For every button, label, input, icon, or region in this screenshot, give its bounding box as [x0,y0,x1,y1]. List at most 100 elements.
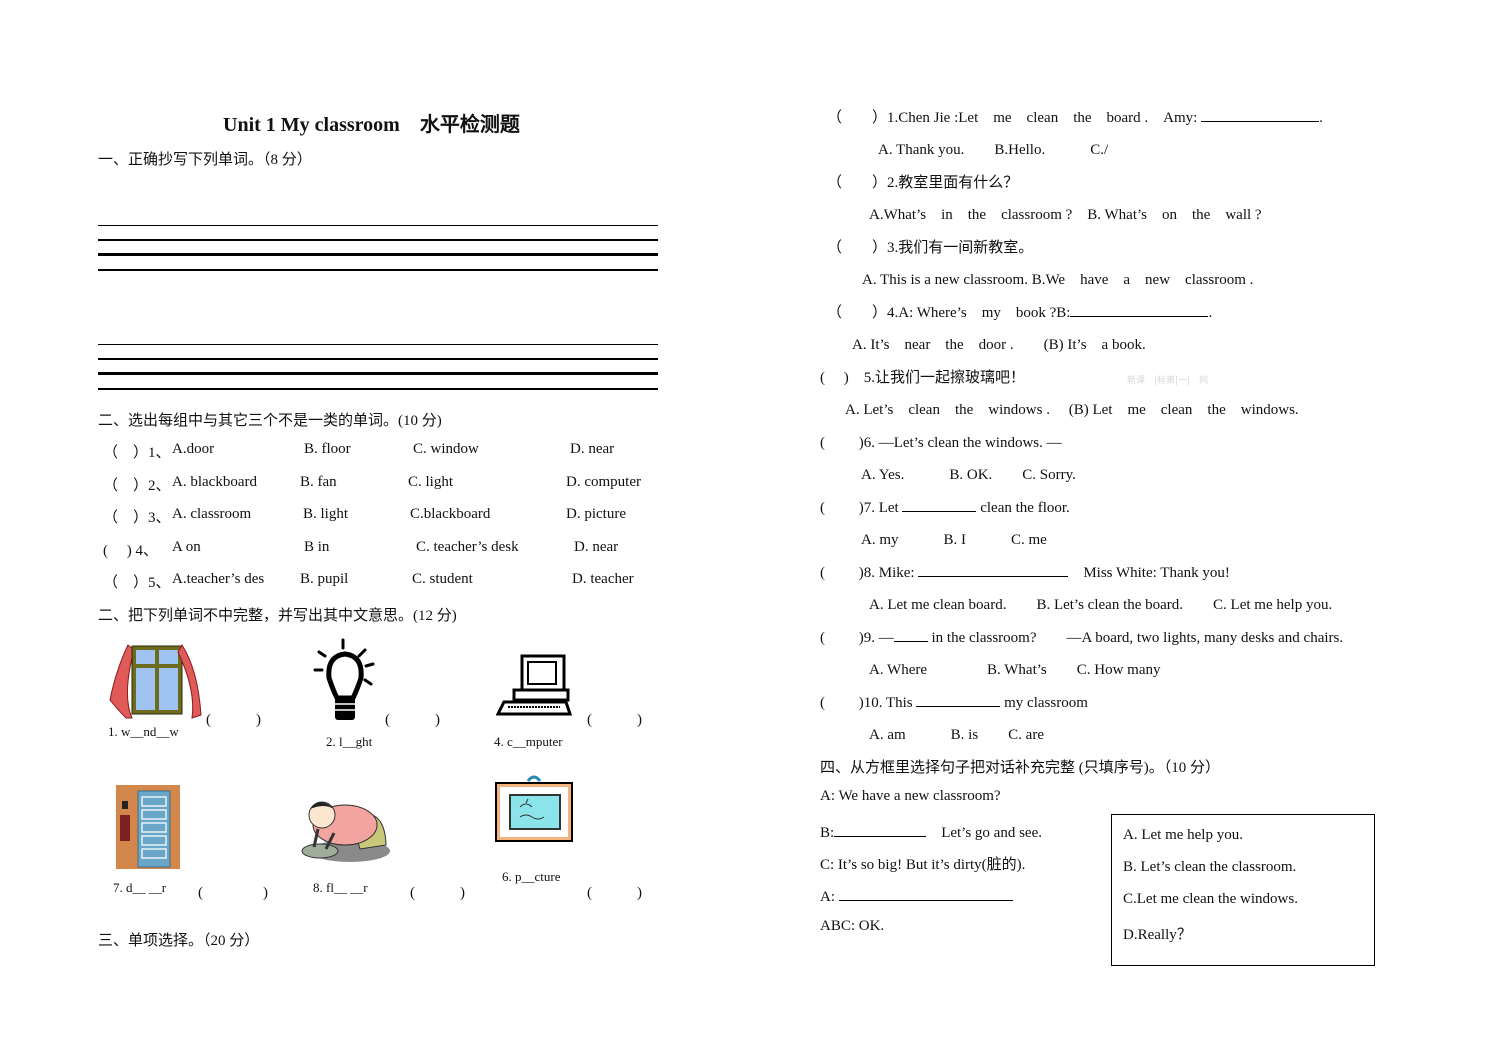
answer-blank[interactable] [838,886,1013,901]
question-tail: clean the floor. [976,500,1070,516]
question-text: （ ）4.A: Where’s my book ?B: [827,305,1071,321]
question-number-answer-slot[interactable]: ( ) 4、 [103,539,158,560]
picture-label-window: 1. w__nd__w [108,724,179,739]
watermark: 新课 |标第|一| 网 [1127,376,1209,386]
option-b: B. fan [300,474,337,490]
question-stem: （ ）3.我们有一间新教室。 [827,236,1033,257]
answer-paren[interactable]: ( ) [198,881,268,902]
question-number-answer-slot[interactable]: （ ）5、 [103,571,171,592]
question-number-answer-slot[interactable]: （ ）3、 [103,506,171,527]
picture-frame-icon [492,775,576,852]
section1-heading: 一、正确抄写下列单词。（8 分） [98,152,312,168]
picture-label-door: 7. d__ __r [113,880,167,895]
writing-line [98,269,658,271]
question-options: A. Thank you. B.Hello. C./ [878,142,1109,158]
writing-line [98,358,658,360]
picture-label-picture: 6. p__cture [502,869,561,884]
option-c: C. window [413,441,479,457]
writing-line [98,372,658,375]
question-stem: ( )6. —Let’s clean the windows. — [820,431,1062,452]
light-bulb-icon [313,638,385,731]
question-text: ( )7. Let [820,500,903,516]
writing-line [98,225,658,226]
section2b-heading: 二、把下列单词不中完整，并写出其中文意思。(12 分) [98,608,457,624]
section2-heading: 二、选出每组中与其它三个不是一类的单词。(10 分) [98,413,442,429]
question-options: A. Where B. What’s C. How many [869,662,1161,678]
computer-icon [495,654,573,723]
writing-line [98,344,658,345]
option-b: B. pupil [300,571,349,587]
window-icon [108,640,203,725]
question-options: A. It’s near the door . (B) It’s a book. [852,337,1146,353]
question-options: A. am B. is C. are [869,727,1044,743]
question-stem: ( )10. This my classroom [820,691,1088,712]
writing-line [98,239,658,241]
answer-paren[interactable]: ( ) [410,881,465,902]
dialogue-line: ABC: OK. [820,918,885,934]
writing-line [98,388,658,390]
question-stem: （ ）2.教室里面有什么？ [827,171,1018,192]
option-c: C. student [412,571,473,587]
option-d: D. near [574,539,619,555]
answer-blank[interactable] [1070,302,1209,317]
answer-blank[interactable] [893,627,928,642]
box-option: D.Really？ [1123,927,1192,943]
question-tail: my classroom [1000,695,1088,711]
option-a: A. blackboard [172,474,257,490]
answer-blank[interactable] [902,497,977,512]
question-number-answer-slot[interactable]: （ ）1、 [103,441,171,462]
question-options: A. my B. I C. me [861,532,1047,548]
floor-cleaning-icon [290,795,390,868]
option-a: A. classroom [172,506,252,522]
answer-paren[interactable]: ( ) [587,881,642,902]
question-tail: . [1208,305,1213,321]
question-number-answer-slot[interactable]: （ ）2、 [103,474,171,495]
option-d: D. computer [566,474,641,490]
option-b: B in [304,539,330,555]
section3-heading: 三、单项选择。（20 分） [98,933,260,949]
answer-blank[interactable] [916,692,1001,707]
section4-heading: 四、从方框里选择句子把对话补充完整 (只填序号)。（10 分） [820,760,1220,776]
question-options: A. Let’s clean the windows . (B) Let me … [845,402,1299,418]
box-option: A. Let me help you. [1123,827,1243,843]
dialogue-line: C: It’s so big! But it’s dirty(脏的). [820,857,1026,873]
answer-paren[interactable]: ( ) [206,708,261,729]
option-b: B. floor [304,441,351,457]
dialogue-line: A: We have a new classroom? [820,788,1001,804]
page-title: Unit 1 My classroom 水平检测题 [223,114,520,136]
question-text: ( ) 5.让我们一起擦玻璃吧！ [820,370,1025,386]
question-options: A. Yes. B. OK. C. Sorry. [861,467,1076,483]
question-options: A.What’s in the classroom ? B. What’s on… [869,207,1262,223]
question-text: （ ）2.教室里面有什么？ [827,175,1019,191]
answer-paren[interactable]: ( ) [587,708,642,729]
answer-blank[interactable] [834,822,927,837]
box-option: C.Let me clean the windows. [1123,891,1298,907]
answer-blank[interactable] [1201,107,1320,122]
question-stem: ( )8. Mike: Miss White: Thank you! [820,561,1230,582]
option-b: B. light [303,506,349,522]
question-text: （ ）1.Chen Jie :Let me clean the board . … [827,110,1202,126]
question-stem: ( )9. — in the classroom? —A board, two … [820,626,1343,647]
picture-label-floor: 8. fl__ __r [313,880,368,895]
answer-paren[interactable]: ( ) [385,708,440,729]
option-a: A.teacher’s des [172,571,265,587]
speaker-label: B: [820,825,835,841]
question-text: ( )9. — [820,630,894,646]
dialogue-line: A: [820,886,1013,906]
question-text: ( )8. Mike: [820,565,919,581]
option-c: C.blackboard [410,506,491,522]
option-a: A on [172,539,201,555]
option-c: C. light [408,474,454,490]
dialogue-tail: Let’s go and see. [926,825,1042,841]
question-text: （ ）3.我们有一间新教室。 [827,240,1034,256]
answer-blank[interactable] [918,562,1069,577]
question-options: A. Let me clean board. B. Let’s clean th… [869,597,1333,613]
option-c: C. teacher’s desk [416,539,519,555]
question-tail: in the classroom? —A board, two lights, … [927,630,1344,646]
question-stem: （ ）1.Chen Jie :Let me clean the board . … [827,106,1323,127]
picture-label-computer: 4. c__mputer [494,734,563,749]
picture-label-light: 2. l__ght [326,734,373,749]
options-box: A. Let me help you. B. Let’s clean the cl… [1111,814,1375,966]
speaker-label: A: [820,889,839,905]
question-tail: . [1319,110,1323,126]
